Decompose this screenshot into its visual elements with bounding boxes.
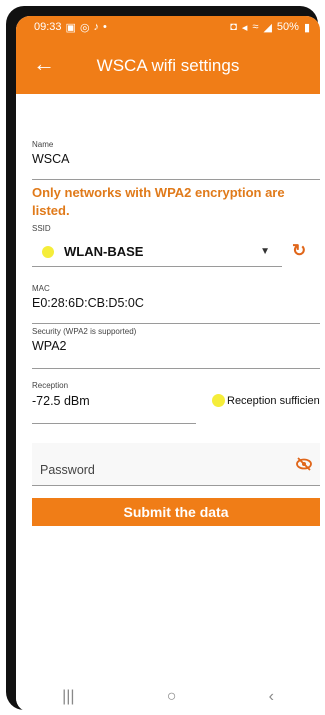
reception-label: Reception	[32, 381, 69, 390]
submit-button[interactable]: Submit the data	[32, 498, 320, 526]
reception-underline	[32, 423, 196, 424]
security-value: WPA2	[32, 339, 67, 353]
recents-icon[interactable]: |||	[62, 688, 74, 706]
reception-value: -72.5 dBm	[32, 394, 90, 408]
mac-underline	[32, 323, 320, 324]
alarm-icon: ◘	[230, 21, 237, 33]
ssid-dropdown[interactable]: SSID WLAN-BASE ▼	[32, 224, 282, 267]
system-nav-bar: ||| ○ ‹	[16, 682, 320, 712]
home-icon[interactable]: ○	[167, 688, 177, 706]
status-time: 09:33	[34, 21, 62, 33]
reception-field[interactable]: Reception -72.5 dBm	[32, 381, 196, 424]
battery-icon: ▮	[303, 21, 310, 34]
mute-icon: ◂	[241, 21, 248, 34]
encryption-notice: Only networks with WPA2 encryption are l…	[32, 185, 285, 218]
chevron-down-icon: ▼	[260, 246, 270, 257]
mac-field[interactable]: MAC E0:28:6D:CB:D5:0C	[32, 284, 320, 324]
app-bar: ← WSCA wifi settings	[16, 38, 320, 94]
wifi-icon: ≈	[252, 21, 259, 33]
page-title: WSCA wifi settings	[96, 56, 240, 75]
ssid-underline	[32, 266, 282, 267]
sound-icon: ♪	[93, 21, 100, 33]
name-underline	[32, 179, 320, 180]
battery-level: 50%	[276, 21, 299, 33]
reception-indicator-dot	[212, 394, 225, 407]
mac-value: E0:28:6D:CB:D5:0C	[32, 296, 144, 310]
reception-status: Reception sufficient	[212, 394, 320, 407]
password-field[interactable]: Password	[32, 443, 320, 486]
message-icon: ▣	[65, 21, 76, 34]
dot-icon: •	[103, 21, 107, 33]
status-bar: 09:33 ▣ ◎ ♪ • ◘ ◂ ≈ ◢ 50% ▮	[16, 16, 320, 38]
name-value: WSCA	[32, 152, 70, 166]
reception-status-label: Reception sufficient	[227, 394, 320, 407]
ssid-value: WLAN-BASE	[64, 244, 144, 259]
ssid-label: SSID	[32, 224, 51, 233]
security-underline	[32, 368, 320, 369]
signal-indicator-dot	[42, 246, 54, 258]
mac-label: MAC	[32, 284, 50, 293]
name-field[interactable]: Name WSCA	[32, 140, 320, 180]
password-placeholder: Password	[40, 463, 95, 477]
screen: 09:33 ▣ ◎ ♪ • ◘ ◂ ≈ ◢ 50% ▮ ← WSCA wifi …	[16, 16, 320, 712]
refresh-icon[interactable]: ↻	[292, 241, 306, 261]
eye-off-icon[interactable]	[296, 457, 312, 476]
security-label: Security (WPA2 is supported)	[32, 327, 137, 336]
phone-frame: 09:33 ▣ ◎ ♪ • ◘ ◂ ≈ ◢ 50% ▮ ← WSCA wifi …	[6, 6, 320, 712]
security-field[interactable]: Security (WPA2 is supported) WPA2	[32, 327, 320, 369]
back-icon[interactable]: ‹	[269, 688, 274, 706]
whatsapp-icon: ◎	[79, 21, 90, 34]
password-underline	[32, 485, 320, 486]
name-label: Name	[32, 140, 54, 149]
signal-icon: ◢	[263, 21, 272, 34]
